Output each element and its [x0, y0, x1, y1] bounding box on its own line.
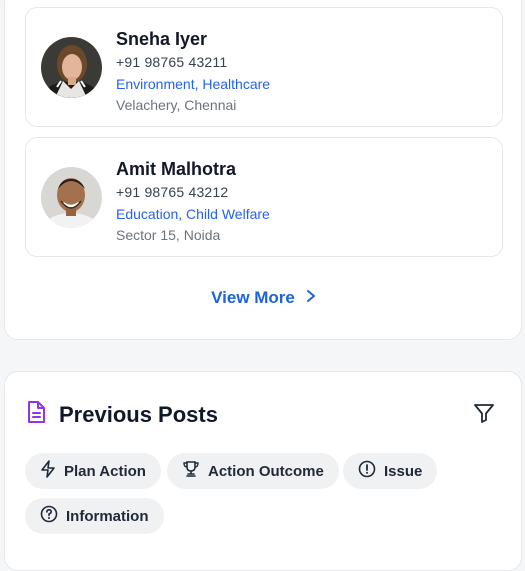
volunteer-causes: Environment, Healthcare — [116, 76, 271, 92]
volunteer-causes: Education, Child Welfare — [116, 206, 270, 222]
volunteer-name: Amit Malhotra — [116, 159, 237, 179]
volunteer-card-sneha[interactable]: Sneha Iyer +91 98765 43211 Environment, … — [25, 7, 503, 127]
trophy-icon — [182, 460, 200, 482]
view-more-label: View More — [211, 288, 295, 307]
avatar — [41, 167, 102, 228]
posts-header: Previous Posts — [25, 400, 501, 429]
chip-label: Issue — [384, 462, 423, 480]
volunteer-location: Sector 15, Noida — [116, 227, 221, 243]
chip-label: Action Outcome — [208, 462, 324, 480]
lightning-icon — [40, 460, 56, 482]
chevron-right-icon — [305, 288, 317, 308]
volunteer-name: Sneha Iyer — [116, 29, 208, 49]
volunteer-phone: +91 98765 43212 — [116, 184, 229, 200]
volunteer-location: Velachery, Chennai — [116, 97, 237, 113]
previous-posts-card: Previous Posts Plan Action Action Outcom… — [4, 371, 522, 571]
view-more-link[interactable]: View More — [5, 288, 523, 308]
volunteer-card-amit[interactable]: Amit Malhotra +91 98765 43212 Education,… — [25, 137, 503, 257]
posts-title: Previous Posts — [59, 401, 218, 427]
filter-chip-information[interactable]: Information — [25, 498, 164, 534]
avatar — [41, 37, 102, 98]
filter-chip-issue[interactable]: Issue — [343, 453, 438, 489]
document-icon — [25, 400, 47, 429]
filter-icon[interactable] — [473, 402, 495, 429]
filter-chip-action-outcome[interactable]: Action Outcome — [167, 453, 339, 489]
filter-chip-plan-action[interactable]: Plan Action — [25, 453, 161, 489]
volunteer-phone: +91 98765 43211 — [116, 54, 228, 70]
help-circle-icon — [40, 505, 58, 527]
volunteer-list-card: Sneha Iyer +91 98765 43211 Environment, … — [4, 0, 522, 340]
chip-label: Information — [66, 507, 149, 525]
chip-label: Plan Action — [64, 462, 146, 480]
alert-circle-icon — [358, 460, 376, 482]
